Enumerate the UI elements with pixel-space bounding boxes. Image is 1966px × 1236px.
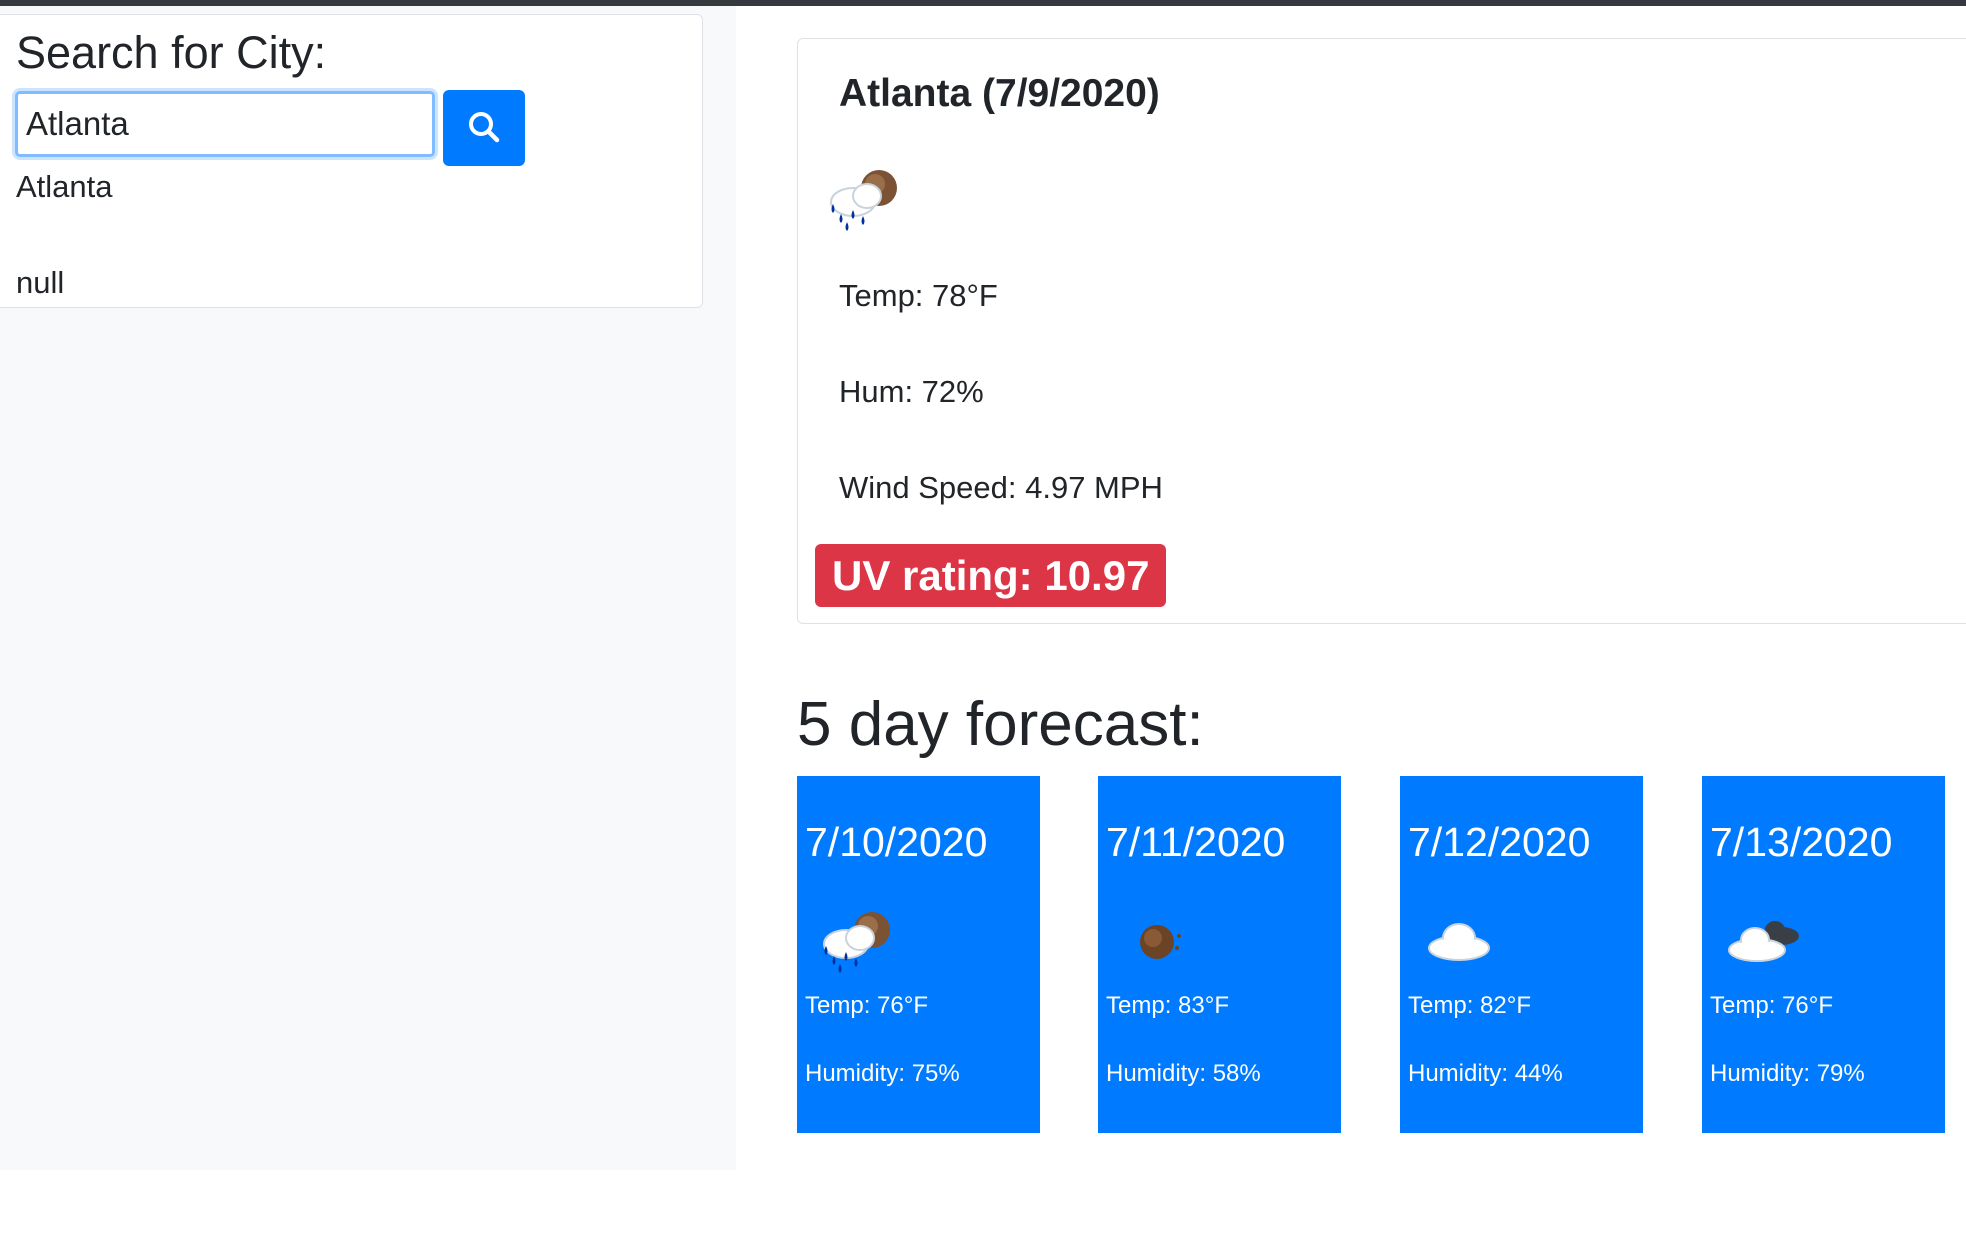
- forecast-temp: Temp: 76°F: [805, 992, 928, 1019]
- city-date-title: Atlanta (7/9/2020): [839, 72, 1160, 115]
- city-search-input[interactable]: [15, 91, 435, 157]
- search-icon: [467, 110, 501, 147]
- forecast-card: 7/10/2020 Temp: 76°F Humidity: 75%: [797, 776, 1040, 1133]
- forecast-temp: Temp: 83°F: [1106, 992, 1229, 1019]
- forecast-card: 7/13/2020 Temp: 76°F Humidity: 79%: [1702, 776, 1945, 1133]
- search-card: Search for City: Atlanta null: [0, 14, 703, 308]
- forecast-humidity: Humidity: 44%: [1408, 1060, 1563, 1087]
- search-button[interactable]: [443, 90, 525, 166]
- forecast-title: 5 day forecast:: [797, 690, 1204, 759]
- current-temp: Temp: 78°F: [839, 278, 998, 313]
- search-title: Search for City:: [16, 27, 327, 78]
- forecast-humidity: Humidity: 58%: [1106, 1060, 1261, 1087]
- sidebar: Search for City: Atlanta null: [0, 6, 736, 1170]
- current-humidity: Hum: 72%: [839, 374, 984, 409]
- cloud-icon: [1428, 923, 1490, 961]
- history-item[interactable]: Atlanta: [16, 167, 113, 207]
- broken-clouds-icon: [1728, 920, 1800, 962]
- forecast-date: 7/10/2020: [805, 819, 988, 865]
- current-weather-card: Atlanta (7/9/2020) Temp: 78°F Hum: 72% W…: [797, 38, 1966, 624]
- forecast-temp: Temp: 82°F: [1408, 992, 1531, 1019]
- forecast-card: 7/11/2020 Temp: 83°F Humidity: 58%: [1098, 776, 1341, 1133]
- forecast-temp: Temp: 76°F: [1710, 992, 1833, 1019]
- uv-rating-badge: UV rating: 10.97: [815, 544, 1167, 607]
- rain-cloud-sun-icon: [830, 169, 898, 232]
- forecast-date: 7/12/2020: [1408, 819, 1591, 865]
- forecast-date: 7/11/2020: [1106, 819, 1286, 865]
- history-item[interactable]: null: [16, 263, 64, 303]
- sun-icon: [1140, 925, 1181, 959]
- current-wind-speed: Wind Speed: 4.97 MPH: [839, 470, 1163, 505]
- rain-cloud-sun-icon: [823, 911, 891, 974]
- forecast-date: 7/13/2020: [1710, 819, 1893, 865]
- forecast-card: 7/12/2020 Temp: 82°F Humidity: 44%: [1400, 776, 1643, 1133]
- forecast-humidity: Humidity: 79%: [1710, 1060, 1865, 1087]
- forecast-humidity: Humidity: 75%: [805, 1060, 960, 1087]
